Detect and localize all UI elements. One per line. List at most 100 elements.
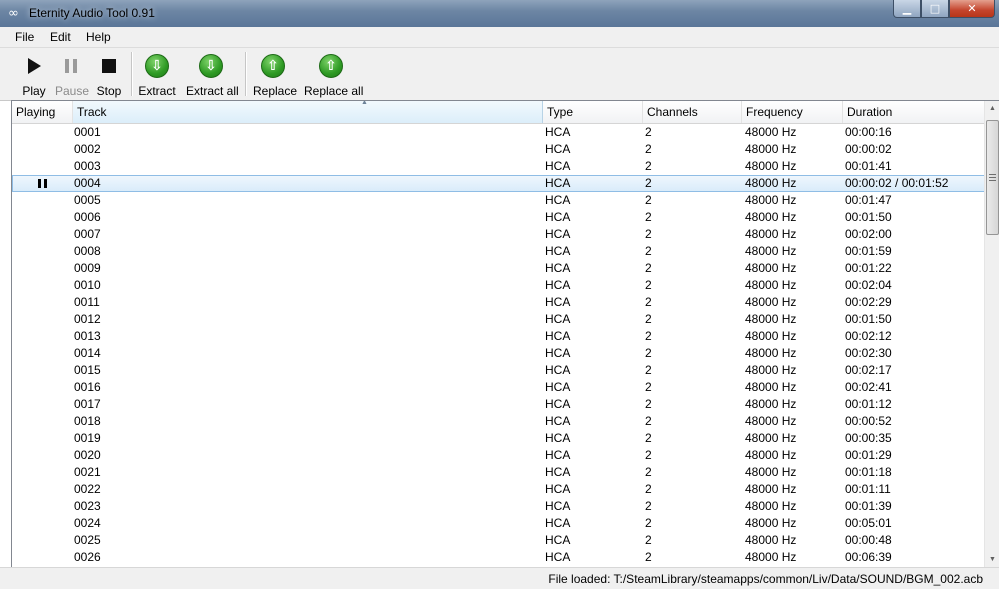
table-row[interactable]: 0012 HCA 2 48000 Hz 00:01:50 [12, 311, 985, 328]
table-row[interactable]: 0010 HCA 2 48000 Hz 00:02:04 [12, 277, 985, 294]
vertical-scrollbar[interactable]: ▲ ▼ [984, 101, 999, 567]
stop-button[interactable]: Stop [96, 54, 122, 98]
table-row[interactable]: 0004 HCA 2 48000 Hz 00:00:02 / 00:01:52 [12, 175, 985, 192]
type-cell: HCA [545, 550, 571, 564]
frequency-cell: 48000 Hz [745, 363, 797, 377]
type-cell: HCA [545, 295, 571, 309]
extract-all-button[interactable]: ⇩ Extract all [186, 54, 239, 98]
column-duration[interactable]: Duration [843, 101, 985, 123]
column-channels[interactable]: Channels [643, 101, 742, 123]
table-row[interactable]: 0025 HCA 2 48000 Hz 00:00:48 [12, 532, 985, 549]
type-cell: HCA [545, 363, 571, 377]
track-cell: 0012 [74, 312, 101, 326]
pause-icon[interactable] [38, 179, 47, 188]
menu-edit[interactable]: Edit [50, 30, 71, 44]
table-row[interactable]: 0009 HCA 2 48000 Hz 00:01:22 [12, 260, 985, 277]
type-cell: HCA [545, 346, 571, 360]
menu-help[interactable]: Help [86, 30, 111, 44]
table-row[interactable]: 0018 HCA 2 48000 Hz 00:00:52 [12, 413, 985, 430]
duration-cell: 00:02:29 [845, 295, 892, 309]
replace-all-button[interactable]: ⇧ Replace all [304, 54, 363, 98]
column-frequency[interactable]: Frequency [742, 101, 843, 123]
track-cell: 0007 [74, 227, 101, 241]
play-button[interactable]: Play [22, 54, 46, 98]
replace-button[interactable]: ⇧ Replace [253, 54, 297, 98]
track-list[interactable]: Playing ▲ Track Type Channels Frequency … [11, 100, 999, 568]
table-row[interactable]: 0008 HCA 2 48000 Hz 00:01:59 [12, 243, 985, 260]
title-bar: ∞ Eternity Audio Tool 0.91 ▁ □ ✕ [0, 0, 999, 27]
track-cell: 0018 [74, 414, 101, 428]
maximize-button[interactable]: □ [921, 0, 949, 18]
playing-cell [12, 226, 73, 243]
minimize-button[interactable]: ▁ [893, 0, 921, 18]
table-row[interactable]: 0005 HCA 2 48000 Hz 00:01:47 [12, 192, 985, 209]
table-row[interactable]: 0020 HCA 2 48000 Hz 00:01:29 [12, 447, 985, 464]
table-row[interactable]: 0015 HCA 2 48000 Hz 00:02:17 [12, 362, 985, 379]
frequency-cell: 48000 Hz [745, 125, 797, 139]
playing-cell [12, 175, 73, 192]
channels-cell: 2 [645, 261, 652, 275]
duration-cell: 00:01:41 [845, 159, 892, 173]
table-row[interactable]: 0021 HCA 2 48000 Hz 00:01:18 [12, 464, 985, 481]
scroll-down-arrow-icon[interactable]: ▼ [985, 552, 999, 567]
track-cell: 0026 [74, 550, 101, 564]
scrollbar-thumb[interactable] [986, 120, 999, 235]
column-playing[interactable]: Playing [12, 101, 73, 123]
playing-cell [12, 532, 73, 549]
type-cell: HCA [545, 431, 571, 445]
frequency-cell: 48000 Hz [745, 516, 797, 530]
table-row[interactable]: 0017 HCA 2 48000 Hz 00:01:12 [12, 396, 985, 413]
frequency-cell: 48000 Hz [745, 380, 797, 394]
column-track[interactable]: ▲ Track [73, 101, 543, 123]
frequency-cell: 48000 Hz [745, 227, 797, 241]
column-type[interactable]: Type [543, 101, 643, 123]
type-cell: HCA [545, 533, 571, 547]
duration-cell: 00:01:50 [845, 210, 892, 224]
channels-cell: 2 [645, 227, 652, 241]
stop-label: Stop [96, 84, 122, 98]
toolbar: Play Pause Stop ⇩ Extract ⇩ Extract all … [0, 48, 999, 101]
extract-label: Extract [138, 84, 176, 98]
extract-button[interactable]: ⇩ Extract [138, 54, 176, 98]
playing-cell [12, 328, 73, 345]
close-button[interactable]: ✕ [949, 0, 995, 18]
frequency-cell: 48000 Hz [745, 329, 797, 343]
table-row[interactable]: 0023 HCA 2 48000 Hz 00:01:39 [12, 498, 985, 515]
table-row[interactable]: 0016 HCA 2 48000 Hz 00:02:41 [12, 379, 985, 396]
table-row[interactable]: 0026 HCA 2 48000 Hz 00:06:39 [12, 549, 985, 566]
type-cell: HCA [545, 516, 571, 530]
table-row[interactable]: 0024 HCA 2 48000 Hz 00:05:01 [12, 515, 985, 532]
table-row[interactable]: 0013 HCA 2 48000 Hz 00:02:12 [12, 328, 985, 345]
type-cell: HCA [545, 414, 571, 428]
table-row[interactable]: 0003 HCA 2 48000 Hz 00:01:41 [12, 158, 985, 175]
track-cell: 0002 [74, 142, 101, 156]
channels-cell: 2 [645, 159, 652, 173]
duration-cell: 00:01:59 [845, 244, 892, 258]
toolbar-separator [245, 52, 247, 96]
table-row[interactable]: 0019 HCA 2 48000 Hz 00:00:35 [12, 430, 985, 447]
frequency-cell: 48000 Hz [745, 397, 797, 411]
track-cell: 0025 [74, 533, 101, 547]
playing-cell [12, 209, 73, 226]
table-row[interactable]: 0014 HCA 2 48000 Hz 00:02:30 [12, 345, 985, 362]
frequency-cell: 48000 Hz [745, 159, 797, 173]
menu-file[interactable]: File [15, 30, 34, 44]
track-cell: 0006 [74, 210, 101, 224]
track-cell: 0017 [74, 397, 101, 411]
track-cell: 0015 [74, 363, 101, 377]
table-row[interactable]: 0022 HCA 2 48000 Hz 00:01:11 [12, 481, 985, 498]
table-row[interactable]: 0001 HCA 2 48000 Hz 00:00:16 [12, 124, 985, 141]
menu-bar: File Edit Help [0, 27, 999, 48]
duration-cell: 00:00:02 [845, 142, 892, 156]
duration-cell: 00:05:01 [845, 516, 892, 530]
playing-cell [12, 481, 73, 498]
channels-cell: 2 [645, 414, 652, 428]
pause-button[interactable]: Pause [55, 54, 89, 98]
table-row[interactable]: 0011 HCA 2 48000 Hz 00:02:29 [12, 294, 985, 311]
track-cell: 0020 [74, 448, 101, 462]
table-row[interactable]: 0002 HCA 2 48000 Hz 00:00:02 [12, 141, 985, 158]
scroll-up-arrow-icon[interactable]: ▲ [985, 101, 999, 116]
table-row[interactable]: 0006 HCA 2 48000 Hz 00:01:50 [12, 209, 985, 226]
table-row[interactable]: 0007 HCA 2 48000 Hz 00:02:00 [12, 226, 985, 243]
sort-ascending-icon: ▲ [361, 100, 368, 106]
